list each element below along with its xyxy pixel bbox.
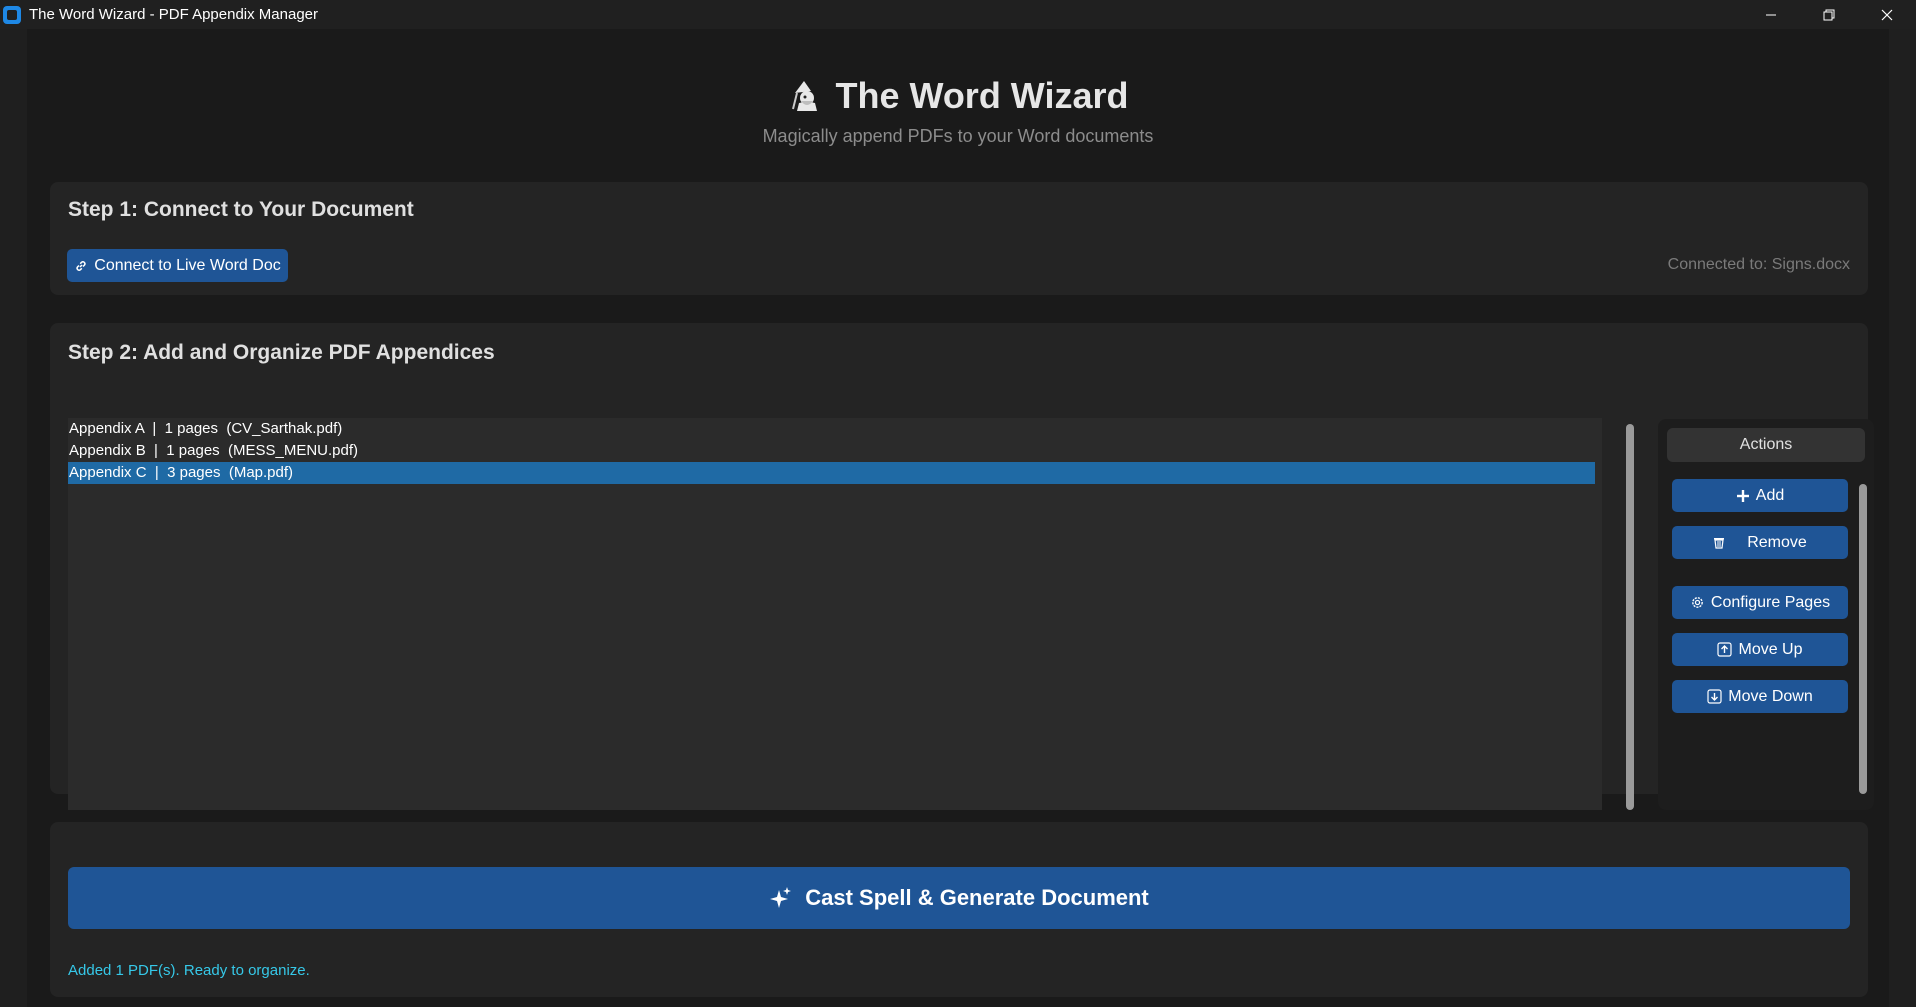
app-body: The Word Wizard Magically append PDFs to… [27, 29, 1889, 1007]
window-controls [1742, 0, 1916, 29]
status-message: Added 1 PDF(s). Ready to organize. [68, 962, 310, 979]
move-down-label: Move Down [1728, 687, 1813, 705]
move-up-button[interactable]: Move Up [1672, 633, 1848, 666]
link-icon [74, 259, 88, 273]
connection-status: Connected to: Signs.docx [1667, 256, 1850, 273]
move-down-button[interactable]: Move Down [1672, 680, 1848, 713]
minimize-icon [1766, 14, 1776, 15]
connect-word-button[interactable]: Connect to Live Word Doc [67, 249, 288, 282]
app-icon [3, 5, 21, 24]
arrow-up-icon [1717, 642, 1733, 657]
list-item[interactable]: Appendix A | 1 pages (CV_Sarthak.pdf) [68, 418, 1595, 440]
list-item-selected[interactable]: Appendix C | 3 pages (Map.pdf) [68, 462, 1595, 484]
list-scrollbar[interactable] [1626, 424, 1634, 810]
step2-card: Step 2: Add and Organize PDF Appendices … [50, 323, 1874, 810]
generate-button[interactable]: Cast Spell & Generate Document [68, 867, 1850, 929]
restore-button[interactable] [1800, 0, 1858, 29]
add-button[interactable]: Add [1672, 479, 1848, 512]
actions-label: Actions [1667, 428, 1865, 462]
title-bar: The Word Wizard - PDF Appendix Manager [0, 0, 1916, 29]
trash-icon [1713, 536, 1725, 549]
wizard-icon [787, 79, 821, 113]
window-title: The Word Wizard - PDF Appendix Manager [29, 6, 319, 23]
remove-button[interactable]: Remove [1672, 526, 1848, 559]
close-button[interactable] [1858, 0, 1916, 29]
step1-title: Step 1: Connect to Your Document [68, 198, 414, 221]
restore-icon [1823, 9, 1835, 20]
configure-pages-label: Configure Pages [1710, 593, 1831, 611]
actions-scrollbar[interactable] [1859, 484, 1867, 794]
move-up-label: Move Up [1738, 640, 1803, 658]
configure-pages-button[interactable]: Configure Pages [1672, 586, 1848, 619]
generate-card: Cast Spell & Generate Document Added 1 P… [50, 822, 1868, 997]
step1-card: Step 1: Connect to Your Document Connect… [50, 182, 1868, 295]
app-subtitle: Magically append PDFs to your Word docum… [762, 126, 1154, 146]
gear-icon [1690, 595, 1705, 610]
connect-word-label: Connect to Live Word Doc [94, 256, 281, 274]
app-title: The Word Wizard [787, 75, 1129, 117]
app-header: The Word Wizard Magically append PDFs to… [27, 75, 1889, 147]
sparkles-icon [769, 886, 793, 910]
step2-title: Step 2: Add and Organize PDF Appendices [68, 341, 495, 364]
actions-panel: Actions Add Remove Configure Pages Move … [1658, 419, 1874, 810]
add-label: Add [1755, 486, 1785, 504]
close-icon [1881, 9, 1893, 20]
minimize-button[interactable] [1742, 0, 1800, 29]
arrow-down-icon [1707, 689, 1722, 704]
appendix-list[interactable]: Appendix A | 1 pages (CV_Sarthak.pdf) Ap… [68, 418, 1602, 810]
generate-label: Cast Spell & Generate Document [805, 885, 1149, 910]
plus-icon [1736, 489, 1750, 503]
remove-label: Remove [1747, 533, 1807, 551]
app-title-text: The Word Wizard [835, 75, 1129, 116]
list-item[interactable]: Appendix B | 1 pages (MESS_MENU.pdf) [68, 440, 1595, 462]
